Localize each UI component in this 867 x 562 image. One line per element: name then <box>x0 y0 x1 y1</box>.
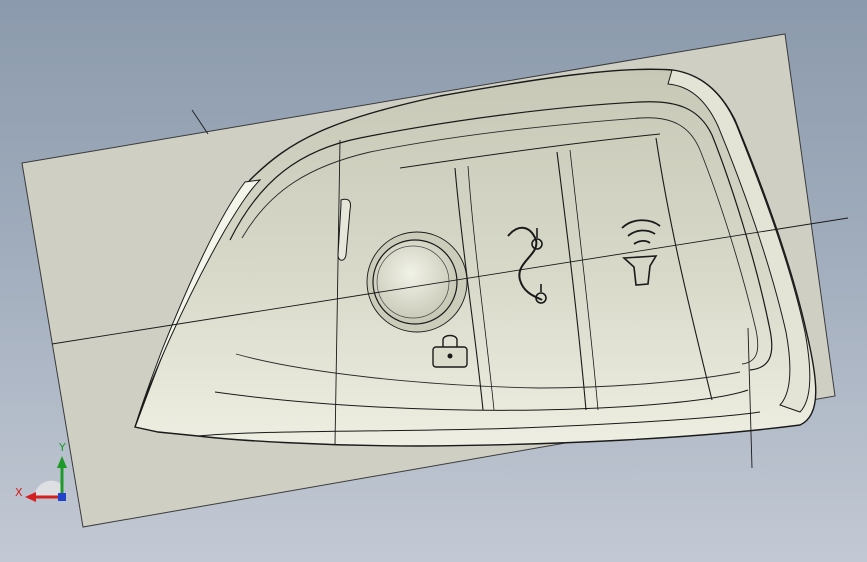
y-axis-label: Y <box>59 441 66 454</box>
x-axis-label: X <box>15 486 23 499</box>
construction-line-top <box>191 109 209 135</box>
coordinate-triad <box>25 456 67 502</box>
key-fob-model[interactable] <box>134 68 817 447</box>
shell-outer-rim <box>134 68 817 447</box>
cad-viewport[interactable]: X Y <box>0 0 867 562</box>
unlock-button-icon[interactable] <box>366 231 468 333</box>
